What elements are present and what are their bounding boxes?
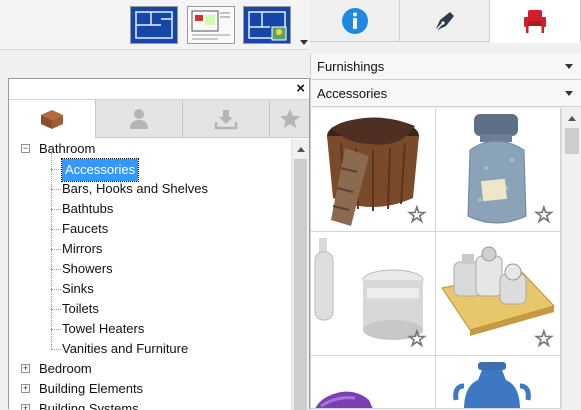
tree-connector — [51, 329, 61, 330]
floor-plan-view-thumbnail[interactable] — [130, 6, 178, 44]
tree-connector — [51, 209, 61, 210]
person-icon — [130, 109, 148, 129]
tree-connector — [51, 349, 61, 350]
tree-connector — [51, 309, 61, 310]
tab-catalog[interactable] — [9, 100, 96, 138]
favorite-star-icon[interactable]: ☆ — [407, 203, 428, 226]
tree-item-label: Bathtubs — [62, 201, 114, 216]
grid-item-vase[interactable] — [436, 356, 561, 409]
grid-item-jar[interactable]: ☆ — [436, 108, 561, 232]
grid-scrollbar-thumb[interactable] — [565, 128, 579, 154]
sidebar-tabs — [310, 0, 581, 43]
grid-item-purple[interactable] — [311, 356, 436, 409]
view-dropdown-icon[interactable] — [300, 40, 308, 45]
tab-favorites[interactable] — [270, 100, 309, 138]
tree-item-label: Bathroom — [39, 141, 96, 156]
tree-item-label: Bars, Hooks and Shelves — [62, 181, 208, 196]
grid-item-basket[interactable]: ☆ — [311, 108, 436, 232]
star-icon — [279, 109, 300, 128]
subcategory-dropdown[interactable]: Accessories — [310, 80, 581, 107]
expand-icon[interactable]: + — [21, 364, 30, 373]
tree-item-label: Showers — [62, 261, 113, 276]
tree-scrollbar-thumb[interactable] — [294, 159, 307, 410]
tab-user-catalog[interactable] — [96, 100, 183, 138]
collapse-icon[interactable]: − — [21, 144, 30, 153]
chevron-down-icon — [565, 64, 573, 69]
library-browser-panel: × − Bathroom Accessories Bars, Hooks and… — [8, 78, 310, 410]
panel-title-bar: × — [9, 79, 309, 100]
armchair-icon — [524, 10, 546, 33]
scroll-up-icon[interactable] — [568, 116, 576, 121]
tree-item-label: Bedroom — [39, 361, 92, 376]
layout-view-thumbnail[interactable] — [187, 6, 235, 44]
pen-nib-icon — [433, 12, 454, 32]
tree-connector — [51, 289, 61, 290]
purple-item-thumbnail — [315, 391, 373, 408]
grid-scrollbar[interactable] — [561, 108, 581, 409]
favorite-star-icon[interactable]: ☆ — [534, 203, 555, 226]
tree-item-label: Toilets — [62, 301, 99, 316]
tree-item-label: Mirrors — [62, 241, 103, 256]
library-object-grid: ☆ ☆ ☆ ☆ — [310, 108, 561, 409]
tab-info[interactable] — [310, 0, 400, 42]
favorite-star-icon[interactable]: ☆ — [534, 327, 555, 350]
tree-item-label: Sinks — [62, 281, 94, 296]
tree-connector — [51, 269, 61, 270]
tree-connector — [51, 153, 52, 349]
tree-item-label: Building Elements — [39, 381, 144, 396]
tree-connector — [51, 169, 61, 170]
grid-item-tray[interactable]: ☆ — [436, 232, 561, 356]
tab-edit[interactable] — [400, 0, 490, 42]
tab-downloads[interactable] — [183, 100, 270, 138]
elevation-view-thumbnail[interactable] — [243, 6, 291, 44]
tree-scrollbar[interactable] — [291, 139, 309, 410]
tab-library[interactable] — [490, 0, 581, 43]
tree-item-label: Faucets — [62, 221, 109, 236]
view-toolbar — [0, 0, 310, 50]
scroll-up-icon[interactable] — [297, 147, 305, 152]
vase-thumbnail — [453, 362, 531, 408]
download-icon — [214, 110, 238, 130]
subcategory-dropdown-value: Accessories — [317, 86, 388, 101]
tree-connector — [51, 249, 61, 250]
category-dropdown[interactable]: Furnishings — [310, 53, 581, 80]
expand-icon[interactable]: + — [21, 384, 30, 393]
tree-connector — [51, 189, 61, 190]
grid-item-dispenser-set[interactable]: ☆ — [311, 232, 436, 356]
close-icon[interactable]: × — [296, 80, 305, 97]
library-tree: − Bathroom Accessories Bars, Hooks and Shel… — [9, 139, 291, 410]
tree-connector — [51, 229, 61, 230]
chevron-down-icon — [565, 91, 573, 96]
favorite-star-icon[interactable]: ☆ — [407, 327, 428, 350]
tree-item-label: Building Systems — [39, 401, 139, 410]
tree-item-label: Vanities and Furniture — [62, 341, 189, 356]
box-icon — [41, 110, 63, 129]
tree-item-label: Accessories — [60, 158, 140, 182]
tree-item-label: Towel Heaters — [62, 321, 145, 336]
panel-tabs — [9, 100, 309, 138]
expand-icon[interactable]: + — [21, 404, 30, 410]
info-icon — [341, 8, 368, 34]
category-dropdown-value: Furnishings — [317, 59, 385, 74]
